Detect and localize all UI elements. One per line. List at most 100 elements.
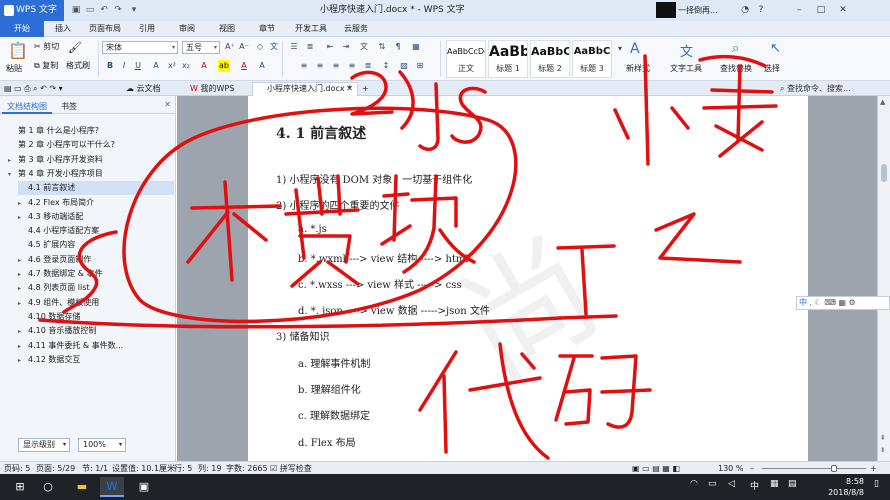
phonetic-icon[interactable]: 文 xyxy=(268,41,280,53)
outline-item[interactable]: 第 2 章 小程序可以干什么? xyxy=(8,138,174,152)
style-heading-1[interactable]: AaBb 标题 1 xyxy=(488,40,528,78)
expand-icon[interactable]: ▸ xyxy=(18,268,28,282)
bullets-icon[interactable]: ☰ xyxy=(288,41,300,53)
list-item[interactable]: d. *. json ----> view 数据 ----->json 文件 xyxy=(298,302,490,317)
expand-icon[interactable]: ▸ xyxy=(18,297,28,311)
select-icon[interactable]: ↖ xyxy=(770,41,781,56)
numbered-paragraph[interactable]: 2) 小程序的四个重要的文件 xyxy=(276,197,399,212)
paste-button[interactable]: 粘贴 xyxy=(6,63,22,74)
zoom-slider-thumb[interactable] xyxy=(831,465,837,472)
format-painter-icon[interactable]: 🖌 xyxy=(68,41,82,54)
styles-expand-icon[interactable]: ▾ xyxy=(614,43,626,55)
list-item[interactable]: b. 理解组件化 xyxy=(298,381,361,396)
find-replace-button[interactable]: 查找替换 xyxy=(720,63,752,74)
tab-start[interactable]: 开始 xyxy=(0,21,44,37)
text-tools-icon[interactable]: 文 xyxy=(680,41,693,60)
expand-icon[interactable]: ▸ xyxy=(18,254,28,268)
page-up-icon[interactable]: ⇞ xyxy=(880,434,886,442)
scroll-thumb[interactable] xyxy=(881,164,887,182)
style-heading-3[interactable]: AaBbC 标题 3 xyxy=(572,40,612,78)
show-desktop-icon[interactable]: ▯ xyxy=(874,479,879,489)
close-icon[interactable]: ✕ xyxy=(836,3,850,17)
expand-icon[interactable]: ▸ xyxy=(18,340,28,354)
align-center-icon[interactable]: ≡ xyxy=(314,60,326,72)
outline-item[interactable]: ▾ 第 4 章 开发小程序项目 xyxy=(8,167,174,181)
tray-app-icon[interactable]: ▦ xyxy=(770,479,779,489)
font-size-select[interactable]: 五号 ▾ xyxy=(182,41,220,54)
tab-bookmarks[interactable]: 书签 xyxy=(56,100,82,114)
document-tab[interactable]: 小程序快速入门.docx * ✕ xyxy=(252,82,358,96)
font-color-icon[interactable]: A xyxy=(238,60,250,72)
expand-icon[interactable]: ▸ xyxy=(8,154,18,168)
style-normal[interactable]: AaBbCcDd 正文 xyxy=(446,40,486,78)
scroll-up-icon[interactable]: ▲ xyxy=(880,98,885,106)
outline-item[interactable]: ▸ 4.9 组件、模板使用 xyxy=(18,296,174,310)
app-menu-button[interactable]: WPS 文字 xyxy=(0,0,64,21)
wps-writer-taskbar-icon[interactable]: W xyxy=(100,477,124,497)
app-taskbar-icon[interactable]: ▣ xyxy=(132,477,156,497)
help-icon[interactable]: ? xyxy=(754,3,768,17)
outline-item[interactable]: 4.4 小程序适配方案 xyxy=(18,224,174,238)
display-level-select[interactable]: 显示级别 ▾ xyxy=(18,438,70,452)
format-painter-button[interactable]: 格式刷 xyxy=(66,60,90,71)
save-icon[interactable]: ▣ xyxy=(70,4,82,16)
toolbar-quick-icons[interactable]: ▤ ▭ ⎙ ⌕ ↶ ↷ ▾ xyxy=(4,82,63,96)
expand-icon[interactable]: ▸ xyxy=(18,197,28,211)
list-item[interactable]: a. *.js xyxy=(298,224,327,235)
cut-button[interactable]: ✂ 剪切 xyxy=(34,41,59,52)
numbering-icon[interactable]: ≣ xyxy=(304,41,316,53)
list-item[interactable]: a. 理解事件机制 xyxy=(298,355,370,370)
outline-item[interactable]: ▸ 4.12 数据交互 xyxy=(18,353,174,367)
notification-thumbnail[interactable] xyxy=(656,2,676,18)
task-view-icon[interactable]: ○ xyxy=(36,477,60,497)
select-button[interactable]: 选择 xyxy=(764,63,780,74)
my-wps-tab[interactable]: W 我的WPS xyxy=(190,82,234,96)
tab-page-layout[interactable]: 页面布局 xyxy=(84,21,126,37)
tab-chapter[interactable]: 章节 xyxy=(252,21,282,37)
outline-item[interactable]: 第 1 章 什么是小程序? xyxy=(8,124,174,138)
minimize-icon[interactable]: – xyxy=(792,3,806,17)
ime-language-indicator[interactable]: 中 xyxy=(750,479,759,492)
outline-item[interactable]: ▸ 4.6 登录页面制作 xyxy=(18,253,174,267)
notification-text[interactable]: 一择倒再... xyxy=(678,0,718,21)
undo-icon[interactable]: ↶ xyxy=(98,4,110,16)
text-effect-icon[interactable]: A xyxy=(198,60,210,72)
decrease-indent-icon[interactable]: ⇤ xyxy=(324,41,336,53)
expand-icon[interactable]: ▸ xyxy=(18,211,28,225)
superscript-icon[interactable]: x² xyxy=(166,60,178,72)
collapse-icon[interactable]: ▾ xyxy=(8,168,18,182)
skin-icon[interactable]: ◔ xyxy=(738,3,752,17)
ime-tools-icon[interactable]: ☾ ⌨ ▦ ⚙ xyxy=(815,298,856,307)
list-item[interactable]: c. 理解数据绑定 xyxy=(298,407,370,422)
strikethrough-icon[interactable]: A xyxy=(150,60,162,72)
grow-font-icon[interactable]: A⁺ xyxy=(224,41,236,53)
char-border-icon[interactable]: A xyxy=(256,60,268,72)
outline-item[interactable]: ▸ 4.3 移动端适配 xyxy=(18,210,174,224)
expand-icon[interactable]: ▸ xyxy=(18,325,28,339)
document-page[interactable]: 尚 4. 1 前言叙述 1) 小程序没有 DOM 对象，一切基于组件化 2) 小程… xyxy=(248,96,808,461)
numbered-paragraph[interactable]: 3) 储备知识 xyxy=(276,328,329,343)
close-tab-icon[interactable]: ✕ xyxy=(346,83,353,95)
new-style-icon[interactable]: A xyxy=(630,41,640,57)
tab-document-outline[interactable]: 文档结构图 xyxy=(2,100,52,114)
volume-icon[interactable]: ◁ xyxy=(728,479,735,489)
section-heading[interactable]: 4. 1 前言叙述 xyxy=(276,123,366,143)
document-area[interactable]: 尚 4. 1 前言叙述 1) 小程序没有 DOM 对象，一切基于组件化 2) 小程… xyxy=(177,96,877,461)
outline-item[interactable]: ▸ 4.8 列表页面 list xyxy=(18,281,174,295)
maximize-icon[interactable]: □ xyxy=(814,3,828,17)
outline-item[interactable]: ▸ 4.11 事件委托 & 事件数... xyxy=(18,339,174,353)
open-icon[interactable]: ▭ xyxy=(84,4,96,16)
taskbar-clock[interactable]: 8:58 2018/8/8 xyxy=(828,476,864,498)
align-right-icon[interactable]: ≡ xyxy=(330,60,342,72)
justify-icon[interactable]: ≡ xyxy=(346,60,358,72)
borders-icon[interactable]: ▦ xyxy=(410,41,422,53)
tab-review[interactable]: 审阅 xyxy=(172,21,202,37)
new-style-button[interactable]: 新样式 xyxy=(626,63,650,74)
battery-icon[interactable]: ▭ xyxy=(708,479,717,489)
wifi-icon[interactable]: ◠ xyxy=(690,479,698,489)
tab-developer[interactable]: 开发工具 xyxy=(290,21,332,37)
highlight-icon[interactable]: ab xyxy=(218,60,230,72)
tab-cloud[interactable]: 云服务 xyxy=(338,21,374,37)
style-heading-2[interactable]: AaBbC 标题 2 xyxy=(530,40,570,78)
increase-indent-icon[interactable]: ⇥ xyxy=(340,41,352,53)
